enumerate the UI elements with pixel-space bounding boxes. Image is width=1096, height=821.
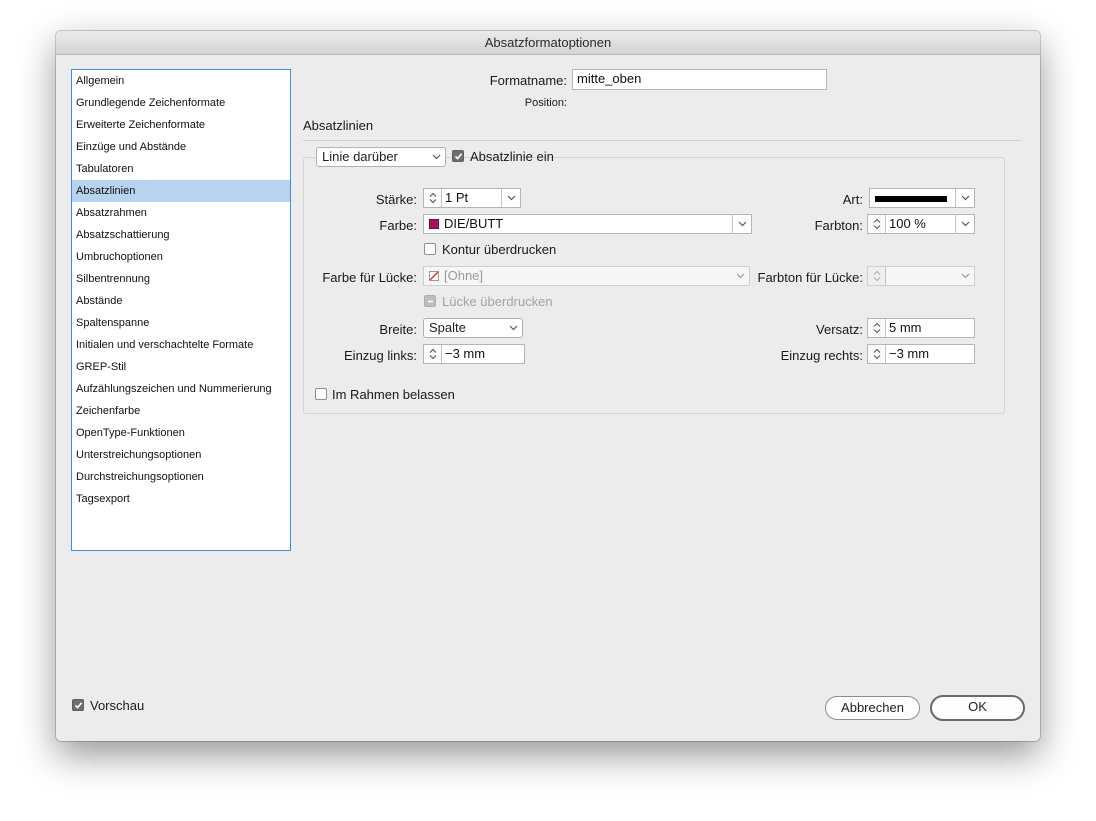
formatname-input[interactable]: mitte_oben	[572, 69, 827, 90]
absatzlinie-ein-checkbox[interactable]	[452, 150, 464, 162]
stepper-arrows-icon[interactable]	[868, 319, 886, 337]
sidebar-item-tabulatoren[interactable]: Tabulatoren	[72, 158, 290, 180]
position-label: Position:	[524, 97, 567, 109]
einzug-links-input[interactable]: −3 mm	[423, 344, 525, 364]
sidebar-item-tagsexport[interactable]: Tagsexport	[72, 488, 290, 510]
chevron-down-icon[interactable]	[955, 215, 974, 233]
versatz-value: 5 mm	[889, 320, 922, 335]
sidebar-item-absatzlinien[interactable]: Absatzlinien	[72, 180, 290, 202]
color-swatch	[429, 219, 439, 229]
section-title: Absatzlinien	[303, 118, 374, 133]
sidebar-item-unterstreichungsoptionen[interactable]: Unterstreichungsoptionen	[72, 444, 290, 466]
einzug-rechts-value: −3 mm	[889, 346, 930, 361]
farbton-combobox[interactable]: 100 %	[867, 214, 975, 234]
dialog-window: Absatzformatoptionen Allgemein Grundlege…	[56, 31, 1040, 741]
luecke-farbe-value: [Ohne]	[444, 268, 484, 283]
sidebar-item-zeichenfarbe[interactable]: Zeichenfarbe	[72, 400, 290, 422]
im-rahmen-belassen-label: Im Rahmen belassen	[332, 387, 455, 402]
luecke-farbe-select[interactable]: [Ohne]	[423, 266, 750, 286]
breite-value: Spalte	[429, 320, 466, 335]
staerke-label: Stärke:	[375, 192, 417, 207]
sidebar-item-aufzaehlungszeichen[interactable]: Aufzählungszeichen und Nummerierung	[72, 378, 290, 400]
sidebar-item-allgemein[interactable]: Allgemein	[72, 70, 290, 92]
versatz-input[interactable]: 5 mm	[867, 318, 975, 338]
farbton-label: Farbton:	[814, 218, 863, 233]
sidebar-item-initialen[interactable]: Initialen und verschachtelte Formate	[72, 334, 290, 356]
chevron-down-icon[interactable]	[501, 189, 520, 207]
stepper-arrows-icon[interactable]	[868, 215, 886, 233]
im-rahmen-belassen-checkbox[interactable]	[315, 388, 327, 400]
art-select[interactable]	[869, 188, 975, 208]
formatname-label: Formatname:	[489, 73, 567, 88]
art-label: Art:	[842, 192, 863, 207]
chevron-down-icon[interactable]	[731, 267, 749, 285]
line-position-value: Linie darüber	[322, 149, 398, 164]
chevron-down-icon[interactable]	[732, 215, 751, 233]
checkmark-icon	[74, 702, 83, 709]
einzug-rechts-input[interactable]: −3 mm	[867, 344, 975, 364]
stepper-arrows-icon[interactable]	[424, 345, 442, 363]
chevron-down-icon	[504, 319, 522, 337]
einzug-links-value: −3 mm	[445, 346, 486, 361]
sidebar-item-umbruchoptionen[interactable]: Umbruchoptionen	[72, 246, 290, 268]
sidebar-item-grep-stil[interactable]: GREP-Stil	[72, 356, 290, 378]
luecke-farbe-label: Farbe für Lücke:	[322, 270, 417, 285]
absatzlinie-ein-label: Absatzlinie ein	[470, 149, 554, 164]
sidebar-item-absatzrahmen[interactable]: Absatzrahmen	[72, 202, 290, 224]
cancel-button[interactable]: Abbrechen	[825, 696, 920, 720]
vorschau-label: Vorschau	[90, 698, 145, 713]
section-divider	[303, 140, 1021, 141]
category-list[interactable]: Allgemein Grundlegende Zeichenformate Er…	[71, 69, 291, 551]
sidebar-item-silbentrennung[interactable]: Silbentrennung	[72, 268, 290, 290]
stepper-arrows-icon[interactable]	[868, 345, 886, 363]
luecke-farbton-label: Farbton für Lücke:	[757, 270, 864, 285]
sidebar-item-abstaende[interactable]: Abstände	[72, 290, 290, 312]
luecke-ueberdrucken-checkbox	[424, 295, 436, 307]
checkmark-icon	[454, 153, 463, 160]
line-style-preview	[875, 196, 947, 202]
breite-select[interactable]: Spalte	[423, 318, 523, 338]
sidebar-item-einzuege-und-abstaende[interactable]: Einzüge und Abstände	[72, 136, 290, 158]
farbe-select[interactable]: DIE/BUTT	[423, 214, 752, 234]
kontur-ueberdrucken-label: Kontur überdrucken	[442, 242, 557, 257]
chevron-down-icon[interactable]	[955, 189, 974, 207]
farbe-value: DIE/BUTT	[444, 216, 504, 231]
ok-button[interactable]: OK	[930, 695, 1025, 721]
farbe-label: Farbe:	[379, 218, 417, 233]
chevron-down-icon	[956, 267, 974, 285]
vorschau-checkbox[interactable]	[72, 699, 84, 711]
luecke-farbton-combobox[interactable]	[867, 266, 975, 286]
sidebar-item-spaltenspanne[interactable]: Spaltenspanne	[72, 312, 290, 334]
farbton-value: 100 %	[889, 216, 926, 231]
einzug-rechts-label: Einzug rechts:	[780, 348, 863, 363]
stepper-arrows-icon	[868, 267, 886, 285]
sidebar-item-opentype-funktionen[interactable]: OpenType-Funktionen	[72, 422, 290, 444]
einzug-links-label: Einzug links:	[344, 348, 417, 363]
breite-label: Breite:	[379, 322, 417, 337]
none-swatch-icon	[429, 271, 439, 281]
sidebar-item-erweiterte-zeichenformate[interactable]: Erweiterte Zeichenformate	[72, 114, 290, 136]
line-position-select[interactable]: Linie darüber	[316, 147, 446, 167]
dash-icon	[428, 300, 433, 303]
sidebar-item-durchstreichungsoptionen[interactable]: Durchstreichungsoptionen	[72, 466, 290, 488]
sidebar-item-absatzschattierung[interactable]: Absatzschattierung	[72, 224, 290, 246]
sidebar-item-grundlegende-zeichenformate[interactable]: Grundlegende Zeichenformate	[72, 92, 290, 114]
staerke-combobox[interactable]: 1 Pt	[423, 188, 521, 208]
stepper-arrows-icon[interactable]	[424, 189, 442, 207]
luecke-ueberdrucken-label: Lücke überdrucken	[442, 294, 553, 309]
staerke-value: 1 Pt	[445, 190, 469, 205]
window-title: Absatzformatoptionen	[56, 31, 1040, 55]
kontur-ueberdrucken-checkbox[interactable]	[424, 243, 436, 255]
chevron-down-icon	[427, 148, 445, 166]
versatz-label: Versatz:	[816, 322, 863, 337]
